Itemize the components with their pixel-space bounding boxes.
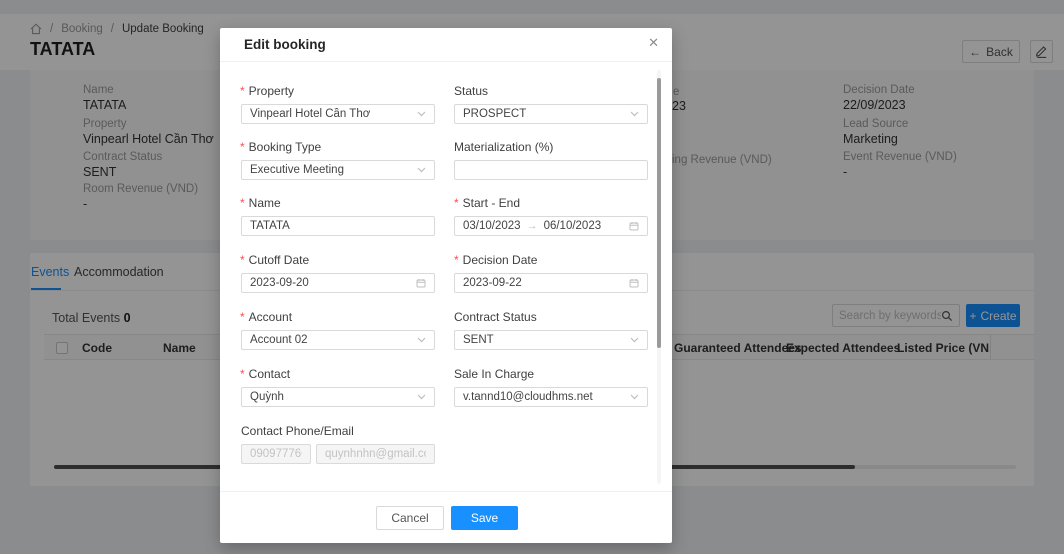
chevron-down-icon	[417, 394, 426, 400]
contract-status-label: Contract Status	[454, 310, 537, 324]
calendar-icon	[629, 221, 639, 231]
modal-footer: Cancel Save	[220, 491, 672, 543]
materialization-label: Materialization (%)	[454, 140, 554, 154]
decision-date-value: 2023-09-22	[463, 277, 522, 289]
edit-booking-modal: Edit booking ✕ Property Vinpearl Hotel C…	[220, 28, 672, 543]
start-end-range-picker[interactable]: 03/10/2023 → 06/10/2023	[454, 216, 648, 236]
name-input[interactable]: TATATA	[241, 216, 435, 236]
cutoff-date-label: Cutoff Date	[240, 253, 309, 267]
property-label: Property	[240, 84, 294, 98]
cutoff-date-value: 2023-09-20	[250, 277, 309, 289]
page-root: / Booking / Update Booking TATATA ← Back…	[0, 0, 1064, 554]
close-icon[interactable]: ✕	[648, 36, 659, 49]
start-end-label: Start - End	[454, 196, 520, 210]
contact-label: Contact	[240, 367, 290, 381]
booking-type-select[interactable]: Executive Meeting	[241, 160, 435, 180]
chevron-down-icon	[417, 337, 426, 343]
calendar-icon	[629, 278, 639, 288]
save-button[interactable]: Save	[451, 506, 518, 530]
contact-select[interactable]: Quỳnh	[241, 387, 435, 407]
chevron-down-icon	[417, 111, 426, 117]
property-value: Vinpearl Hotel Cần Thơ	[250, 108, 371, 120]
account-label: Account	[240, 310, 292, 324]
status-select[interactable]: PROSPECT	[454, 104, 648, 124]
property-select[interactable]: Vinpearl Hotel Cần Thơ	[241, 104, 435, 124]
status-value: PROSPECT	[463, 108, 527, 120]
booking-type-value: Executive Meeting	[250, 164, 344, 176]
chevron-down-icon	[630, 337, 639, 343]
cancel-button[interactable]: Cancel	[376, 506, 444, 530]
modal-scrollbar[interactable]	[657, 70, 661, 484]
name-value: TATATA	[250, 220, 290, 232]
contact-value: Quỳnh	[250, 391, 284, 403]
decision-date-picker[interactable]: 2023-09-22	[454, 273, 648, 293]
chevron-down-icon	[417, 167, 426, 173]
booking-type-label: Booking Type	[240, 140, 322, 154]
contract-status-select[interactable]: SENT	[454, 330, 648, 350]
range-arrow-icon: →	[526, 220, 538, 232]
contact-phone-email-label: Contact Phone/Email	[241, 424, 354, 438]
modal-header: Edit booking ✕	[220, 28, 672, 62]
start-date-value: 03/10/2023	[463, 220, 521, 232]
calendar-icon	[416, 278, 426, 288]
contact-phone-value: 0909777666	[250, 448, 302, 460]
contact-phone-input: 0909777666	[241, 444, 311, 464]
sale-in-charge-label: Sale In Charge	[454, 367, 535, 381]
chevron-down-icon	[630, 111, 639, 117]
sale-in-charge-value: v.tannd10@cloudhms.net	[463, 391, 593, 403]
contact-email-value: quynhnhn@gmail.com	[325, 448, 426, 460]
modal-title: Edit booking	[244, 37, 326, 52]
account-select[interactable]: Account 02	[241, 330, 435, 350]
contract-status-value: SENT	[463, 334, 494, 346]
status-label: Status	[454, 84, 489, 98]
materialization-input[interactable]	[454, 160, 648, 180]
name-label: Name	[240, 196, 281, 210]
account-value: Account 02	[250, 334, 308, 346]
cutoff-date-picker[interactable]: 2023-09-20	[241, 273, 435, 293]
chevron-down-icon	[630, 394, 639, 400]
end-date-value: 06/10/2023	[543, 220, 602, 232]
modal-scrollbar-thumb[interactable]	[657, 78, 661, 348]
contact-email-input: quynhnhn@gmail.com	[316, 444, 435, 464]
sale-in-charge-select[interactable]: v.tannd10@cloudhms.net	[454, 387, 648, 407]
decision-date-label: Decision Date	[454, 253, 538, 267]
